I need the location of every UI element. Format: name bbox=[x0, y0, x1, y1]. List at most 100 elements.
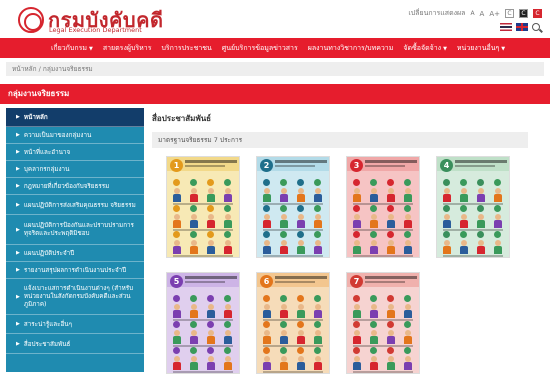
person-figure-icon bbox=[352, 214, 362, 228]
nav-item-6[interactable]: หน่วยงานอื่นๆ ▼ bbox=[452, 38, 510, 58]
poster-bullet-icon bbox=[460, 205, 467, 212]
person-figure-icon bbox=[172, 188, 182, 202]
person-figure-icon bbox=[223, 188, 233, 202]
department-logo-icon[interactable] bbox=[18, 7, 44, 33]
person-figure-icon bbox=[262, 240, 272, 254]
poster-text-line bbox=[173, 229, 233, 231]
chevron-right-icon: ▶ bbox=[16, 114, 20, 120]
poster-text-line bbox=[263, 345, 323, 347]
person-figure-icon bbox=[369, 330, 379, 344]
sidebar-item-7[interactable]: ▶ แผนปฏิบัติประจำปี bbox=[6, 245, 144, 262]
nav-item-1[interactable]: สายตรงผู้บริหาร bbox=[98, 38, 157, 58]
person-figure-icon bbox=[262, 330, 272, 344]
poster-bullet-icon bbox=[404, 321, 411, 328]
poster-text-line bbox=[353, 229, 413, 231]
person-figure-icon bbox=[476, 214, 486, 228]
sidebar-item-label: แผนปฏิบัติการส่งเสริมคุณธรรม จริยธรรม bbox=[23, 201, 136, 209]
poster-text-line bbox=[443, 203, 503, 205]
chevron-down-icon: ▼ bbox=[501, 46, 506, 52]
person-figure-icon bbox=[206, 356, 216, 370]
poster-title-line bbox=[365, 160, 417, 163]
poster-bullet-icon bbox=[353, 347, 360, 354]
nav-item-2[interactable]: บริการประชาชน bbox=[156, 38, 216, 58]
sidebar-item-2[interactable]: ▶ หน้าที่และอำนาจ bbox=[6, 144, 144, 161]
sidebar-item-11[interactable]: ▶ สื่อประชาสัมพันธ์ bbox=[6, 334, 144, 354]
nav-item-5[interactable]: จัดซื้อจัดจ้าง ▼ bbox=[398, 38, 452, 58]
poster-card-7[interactable]: 7 bbox=[346, 272, 420, 374]
poster-number: 1 bbox=[170, 159, 183, 172]
person-figure-icon bbox=[296, 304, 306, 318]
poster-bullet-icon bbox=[173, 295, 180, 302]
chevron-down-icon: ▼ bbox=[443, 46, 447, 52]
poster-bullet-icon bbox=[263, 295, 270, 302]
nav-item-label: สายตรงผู้บริหาร bbox=[102, 44, 152, 52]
person-figure-icon bbox=[172, 356, 182, 370]
poster-card-6[interactable]: 6 bbox=[256, 272, 330, 374]
poster-card-2[interactable]: 2 bbox=[256, 156, 330, 258]
poster-bullet-icon bbox=[263, 347, 270, 354]
sidebar-item-9[interactable]: ▶ แจ้งเบาะแสการดำเนินงานต่างๆ (สำหรับหน่ว… bbox=[6, 279, 144, 315]
poster-bullet-icon bbox=[387, 295, 394, 302]
person-figure-icon bbox=[386, 330, 396, 344]
person-figure-icon bbox=[369, 214, 379, 228]
sidebar-item-5[interactable]: ▶ แผนปฏิบัติการส่งเสริมคุณธรรม จริยธรรม bbox=[6, 195, 144, 215]
font-small-button[interactable]: A bbox=[470, 10, 474, 17]
poster-bullet-icon bbox=[224, 321, 231, 328]
poster-bullet-icon bbox=[460, 231, 467, 238]
sidebar-item-10[interactable]: ▶ สาระน่ารู้และอื่นๆ bbox=[6, 315, 144, 334]
content-title: สื่อประชาสัมพันธ์ bbox=[152, 114, 212, 123]
poster-bullet-icon bbox=[263, 321, 270, 328]
nav-item-3[interactable]: ศูนย์บริการข้อมูลข่าวสาร bbox=[217, 38, 303, 58]
sidebar-item-3[interactable]: ▶ บุคลากรกลุ่มงาน bbox=[6, 161, 144, 178]
person-figure-icon bbox=[493, 214, 503, 228]
poster-text-line bbox=[263, 203, 323, 205]
poster-bullet-icon bbox=[297, 231, 304, 238]
poster-bullet-icon bbox=[280, 205, 287, 212]
nav-item-0[interactable]: เกี่ยวกับกรม ▼ bbox=[46, 38, 98, 58]
poster-text-line bbox=[353, 371, 413, 373]
person-figure-icon bbox=[386, 240, 396, 254]
sidebar-item-1[interactable]: ▶ ความเป็นมาของกลุ่มงาน bbox=[6, 127, 144, 144]
poster-bullet-icon bbox=[173, 179, 180, 186]
person-figure-icon bbox=[262, 356, 272, 370]
thai-flag-icon[interactable] bbox=[500, 23, 512, 31]
poster-bullet-icon bbox=[314, 205, 321, 212]
nav-item-4[interactable]: ผลงานทางวิชาการ/บทความ bbox=[303, 38, 399, 58]
sidebar-item-6[interactable]: ▶ แผนปฏิบัติการป้องกันและปราบปรามการทุจริ… bbox=[6, 215, 144, 245]
poster-bullet-icon bbox=[263, 179, 270, 186]
poster-title-line bbox=[365, 165, 405, 167]
person-figure-icon bbox=[206, 304, 216, 318]
poster-bullet-icon bbox=[224, 347, 231, 354]
poster-text-line bbox=[353, 345, 413, 347]
contrast-red-button[interactable]: C bbox=[533, 9, 542, 18]
poster-bullet-icon bbox=[314, 231, 321, 238]
poster-number: 5 bbox=[170, 275, 183, 288]
contrast-normal-button[interactable]: C bbox=[505, 9, 514, 18]
sidebar-item-8[interactable]: ▶ รายงานสรุปผลการดำเนินงานประจำปี bbox=[6, 262, 144, 279]
poster-bullet-icon bbox=[297, 347, 304, 354]
person-figure-icon bbox=[279, 356, 289, 370]
contrast-dark-button[interactable]: C bbox=[519, 9, 528, 18]
font-large-button[interactable]: A+ bbox=[489, 10, 500, 18]
sidebar-item-4[interactable]: ▶ กฎหมายที่เกี่ยวข้องกับจริยธรรม bbox=[6, 178, 144, 195]
sidebar-item-label: แจ้งเบาะแสการดำเนินงานต่างๆ (สำหรับหน่วย… bbox=[23, 284, 134, 308]
search-icon[interactable] bbox=[532, 23, 540, 31]
poster-bullet-icon bbox=[370, 205, 377, 212]
poster-card-3[interactable]: 3 bbox=[346, 156, 420, 258]
person-figure-icon bbox=[189, 356, 199, 370]
poster-bullet-icon bbox=[314, 179, 321, 186]
poster-card-1[interactable]: 1 bbox=[166, 156, 240, 258]
uk-flag-icon[interactable] bbox=[516, 23, 528, 31]
poster-bullet-icon bbox=[353, 231, 360, 238]
poster-card-4[interactable]: 4 bbox=[436, 156, 510, 258]
font-medium-button[interactable]: A bbox=[480, 10, 485, 18]
poster-bullet-icon bbox=[370, 231, 377, 238]
poster-text-line bbox=[173, 255, 233, 257]
person-figure-icon bbox=[223, 240, 233, 254]
person-figure-icon bbox=[296, 214, 306, 228]
poster-card-5[interactable]: 5 bbox=[166, 272, 240, 374]
sidebar-item-0[interactable]: ▶ หน้าหลัก bbox=[6, 108, 144, 127]
breadcrumb[interactable]: หน้าหลัก / กลุ่มงานจริยธรรม bbox=[6, 62, 544, 76]
poster-bullet-icon bbox=[387, 231, 394, 238]
person-figure-icon bbox=[369, 304, 379, 318]
